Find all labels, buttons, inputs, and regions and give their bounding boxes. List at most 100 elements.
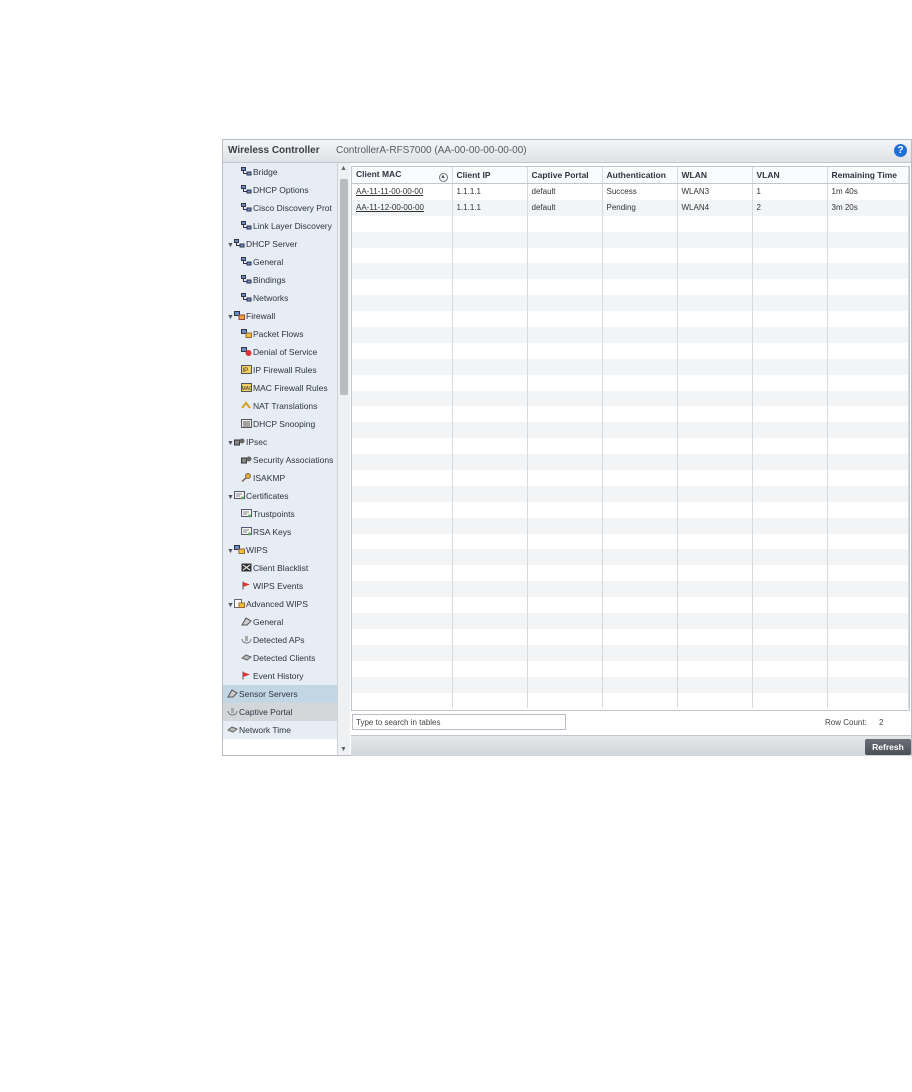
client-mac-link[interactable]: AA-11-12-00-00-00	[352, 199, 453, 216]
mac-firewall-icon: MAC	[241, 383, 252, 392]
table-cell	[527, 342, 603, 359]
table-row	[352, 485, 909, 502]
event-flag-icon	[241, 671, 252, 680]
table-cell	[352, 390, 453, 407]
table-cell	[602, 215, 678, 232]
sidebar-item-detected-clients[interactable]: Detected Clients	[223, 649, 337, 667]
table-row	[352, 247, 909, 264]
sidebar-item-advanced-wips[interactable]: ▼ Advanced WIPS	[223, 595, 337, 613]
sidebar-item-client-blacklist[interactable]: Client Blacklist	[223, 559, 337, 577]
table-row[interactable]: AA-11-12-00-00-00 1.1.1.1 default Pending WL…	[352, 199, 909, 216]
sidebar-item-isakmp[interactable]: ISAKMP	[223, 469, 337, 487]
table-cell	[827, 327, 909, 343]
column-header-captive-portal[interactable]: Captive Portal	[527, 167, 603, 184]
ipsec-icon	[241, 455, 252, 464]
table-cell	[752, 644, 828, 661]
table-cell	[827, 485, 909, 502]
refresh-button[interactable]: Refresh	[865, 739, 911, 755]
sidebar-item-general[interactable]: General	[223, 253, 337, 271]
table-cell: 2	[752, 199, 828, 216]
table-cell	[352, 597, 453, 614]
sidebar-item-bindings[interactable]: Bindings	[223, 271, 337, 289]
scrollbar-thumb[interactable]	[340, 179, 348, 395]
table-row	[352, 327, 909, 343]
sidebar-item-detected-aps[interactable]: Detected APs	[223, 631, 337, 649]
sidebar-item-security-associations[interactable]: Security Associations	[223, 451, 337, 469]
sidebar-item-denial-of-service[interactable]: Denial of Service	[223, 343, 337, 361]
sidebar-item-sensor-servers[interactable]: Sensor Servers	[223, 685, 337, 703]
client-mac-link[interactable]: AA-11-11-00-00-00	[352, 183, 453, 200]
sidebar-item-networks[interactable]: Networks	[223, 289, 337, 307]
sidebar-item-cisco-discovery-prot[interactable]: Cisco Discovery Prot	[223, 199, 337, 217]
scroll-down-icon[interactable]: ▼	[340, 746, 347, 753]
expand-arrow-icon[interactable]: ▼	[227, 435, 234, 451]
sidebar-item-certificates[interactable]: ▼ Certificates	[223, 487, 337, 505]
sidebar-item-captive-portal[interactable]: Captive Portal	[223, 703, 337, 721]
table-cell	[602, 692, 678, 709]
help-icon[interactable]: ?	[894, 144, 907, 157]
row-count-value: 2	[879, 718, 884, 727]
table-cell	[677, 517, 753, 534]
expand-arrow-icon[interactable]: ▼	[227, 543, 234, 559]
table-cell	[602, 327, 678, 343]
table-row	[352, 406, 909, 423]
sidebar-scrollbar[interactable]: ▲ ▼	[337, 163, 350, 755]
column-header-remaining-time[interactable]: Remaining Time	[827, 167, 909, 184]
table-cell	[527, 215, 603, 232]
sidebar-item-wips[interactable]: ▼ WIPS	[223, 541, 337, 559]
expand-arrow-icon[interactable]: ▼	[227, 489, 234, 505]
sidebar-item-general[interactable]: General	[223, 613, 337, 631]
table-row[interactable]: AA-11-11-00-00-00 1.1.1.1 default Success WL…	[352, 183, 909, 200]
sidebar-item-link-layer-discovery[interactable]: Link Layer Discovery	[223, 217, 337, 235]
table-cell	[677, 295, 753, 312]
sidebar-item-firewall[interactable]: ▼ Firewall	[223, 307, 337, 325]
sidebar-item-nat-translations[interactable]: NAT Translations	[223, 397, 337, 415]
table-cell	[752, 597, 828, 614]
sidebar-item-ipsec[interactable]: ▼ IPsec	[223, 433, 337, 451]
sidebar-item-rsa-keys[interactable]: RSA Keys	[223, 523, 337, 541]
sort-icon[interactable]: ▲	[438, 172, 448, 182]
sidebar-item-label: WIPS	[246, 545, 268, 555]
table-cell	[677, 406, 753, 423]
expand-arrow-icon[interactable]: ▼	[227, 597, 234, 613]
table-cell	[602, 676, 678, 693]
sidebar-item-network-time[interactable]: Network Time	[223, 721, 337, 739]
table-cell	[527, 565, 603, 582]
column-header-vlan[interactable]: VLAN	[752, 167, 828, 184]
table-cell	[602, 517, 678, 534]
expand-arrow-icon[interactable]: ▼	[227, 237, 234, 253]
sidebar-item-bridge[interactable]: Bridge	[223, 163, 337, 181]
column-header-wlan[interactable]: WLAN	[677, 167, 753, 184]
column-header-authentication[interactable]: Authentication	[602, 167, 678, 184]
table-cell	[527, 263, 603, 280]
table-cell	[827, 565, 909, 582]
sidebar-item-trustpoints[interactable]: Trustpoints	[223, 505, 337, 523]
table-cell	[527, 358, 603, 375]
column-header-label: Client IP	[456, 170, 491, 180]
sidebar-item-label: Network Time	[239, 725, 291, 735]
table-row	[352, 438, 909, 455]
sidebar-item-packet-flows[interactable]: Packet Flows	[223, 325, 337, 343]
sidebar-item-label: Networks	[253, 293, 289, 303]
sidebar-item-mac-firewall-rules[interactable]: MAC MAC Firewall Rules	[223, 379, 337, 397]
column-header-client-ip[interactable]: Client IP	[452, 167, 528, 184]
sidebar-item-dhcp-snooping[interactable]: DHCP Snooping	[223, 415, 337, 433]
search-input[interactable]	[352, 714, 566, 730]
table-cell	[352, 247, 453, 264]
table-cell	[352, 676, 453, 693]
sidebar-item-dhcp-options[interactable]: DHCP Options	[223, 181, 337, 199]
table-cell	[752, 454, 828, 471]
network-icon	[241, 203, 252, 212]
column-header-client-mac[interactable]: Client MAC ▲	[352, 167, 453, 184]
sidebar-item-label: Bindings	[253, 275, 286, 285]
sidebar-item-event-history[interactable]: Event History	[223, 667, 337, 685]
sidebar-item-wips-events[interactable]: WIPS Events	[223, 577, 337, 595]
table-cell	[452, 676, 528, 693]
scroll-up-icon[interactable]: ▲	[340, 165, 347, 172]
sidebar-item-dhcp-server[interactable]: ▼ DHCP Server	[223, 235, 337, 253]
expand-arrow-icon[interactable]: ▼	[227, 309, 234, 325]
table-cell	[602, 581, 678, 598]
table-cell	[827, 676, 909, 693]
sidebar-item-ip-firewall-rules[interactable]: IP IP Firewall Rules	[223, 361, 337, 379]
table-cell: default	[527, 183, 603, 200]
